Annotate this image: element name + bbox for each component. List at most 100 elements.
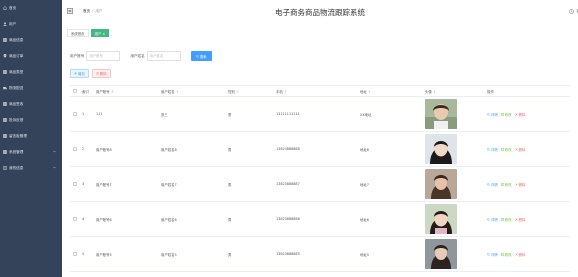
view-button[interactable]: 详情	[487, 112, 498, 117]
view-button[interactable]: 详情	[487, 182, 498, 187]
row-delete-button[interactable]: 删除	[515, 252, 525, 257]
cell-sex: 男	[228, 182, 232, 187]
row-delete-button[interactable]: 删除	[515, 112, 526, 117]
cell-name: 用户姓名6	[161, 217, 177, 222]
cell-address: 地址6	[360, 217, 369, 222]
add-button[interactable]: 增加	[70, 69, 89, 78]
edit-button[interactable]: 修改	[500, 217, 512, 222]
cell-sex: 男	[228, 147, 232, 152]
cell-no: 5	[82, 252, 85, 256]
select-all-checkbox[interactable]	[73, 89, 77, 93]
grid-icon	[3, 38, 7, 42]
row-checkbox[interactable]	[73, 217, 77, 221]
sort-icon	[284, 89, 287, 93]
cell-account: 用户账号5	[96, 252, 112, 257]
view-label: 详情	[491, 147, 498, 152]
avatar[interactable]	[425, 99, 457, 129]
row-delete-button[interactable]: 删除	[515, 147, 525, 152]
row-delete-button[interactable]: 删除	[515, 217, 525, 222]
app-root: 首页 用户 商品信息 商品订单 商品类型 物流配送 商品签收 投诉反馈 留言板管…	[0, 0, 578, 277]
sidebar-item-home[interactable]: 首页	[0, 0, 62, 16]
view-label: 详情	[491, 252, 498, 257]
sidebar-item-complaint[interactable]: 投诉反馈	[0, 112, 62, 128]
cell-sex: 男	[228, 252, 232, 257]
view-button[interactable]: 详情	[487, 217, 498, 222]
action-bar: 增加 删除	[70, 69, 114, 78]
cell-account: 用户账号6	[96, 217, 112, 222]
sort-icon	[368, 89, 371, 93]
edit-button[interactable]: 修改	[500, 147, 512, 152]
view-label: 详情	[491, 217, 498, 222]
delete-button-label: 删除	[99, 72, 107, 76]
cell-address: 地址8	[360, 147, 369, 152]
sidebar-item-product-type[interactable]: 商品类型	[0, 64, 62, 80]
sidebar-item-label: 商品类型	[9, 69, 24, 74]
sidebar-item-my-info[interactable]: 我的信息	[0, 160, 62, 176]
sidebar-item-system[interactable]: 系统管理	[0, 144, 62, 160]
row-checkbox[interactable]	[73, 112, 77, 116]
page-title: 电子商务商品物流跟踪系统	[275, 8, 365, 17]
row-checkbox[interactable]	[73, 182, 77, 186]
header-sex-label: 性别	[228, 89, 235, 94]
cell-name: 张三	[161, 112, 168, 117]
edit-button[interactable]: 修改	[500, 182, 512, 187]
sort-icon	[236, 89, 239, 93]
main-content: 用户账号 用户姓名 搜索 增加 删除 索引 用户账号	[62, 40, 578, 277]
cell-ops: 详情 修改 删除	[487, 202, 570, 236]
pin-icon	[3, 54, 7, 58]
cell-ops: 详情 修改 删除	[487, 132, 570, 166]
avatar[interactable]	[425, 239, 457, 269]
header-name[interactable]: 用户姓名	[161, 86, 228, 96]
view-button[interactable]: 详情	[487, 147, 498, 152]
tab-system-home[interactable]: 系统首页	[67, 29, 89, 37]
header-no: 索引	[80, 86, 96, 96]
sidebar-item-label: 我的信息	[9, 165, 24, 170]
sidebar-item-product-order[interactable]: 商品订单	[0, 48, 62, 64]
sidebar-item-user[interactable]: 用户	[0, 16, 62, 32]
edit-label: 修改	[504, 252, 512, 257]
header-ops-label: 操作	[487, 89, 494, 94]
sidebar-item-logistics[interactable]: 物流配送	[0, 80, 62, 96]
sidebar-item-message-board[interactable]: 留言板管理	[0, 128, 62, 144]
header-account[interactable]: 用户账号	[96, 86, 161, 96]
header-address-label: 地址	[360, 89, 367, 94]
cell-no: 3	[82, 182, 85, 186]
sidebar-item-product-receipt[interactable]: 商品签收	[0, 96, 62, 112]
cell-phone: 13823888885	[276, 252, 300, 256]
edit-button[interactable]: 修改	[500, 252, 512, 257]
cell-avatar	[425, 132, 487, 166]
tab-user[interactable]: 用户 ×	[90, 29, 110, 37]
delete-button[interactable]: 删除	[91, 69, 111, 78]
edit-button[interactable]: 修改	[500, 112, 512, 117]
home-icon	[3, 6, 7, 10]
avatar[interactable]	[425, 134, 457, 164]
grid-icon	[3, 134, 7, 138]
avatar[interactable]	[425, 204, 457, 234]
sidebar-item-label: 商品签收	[9, 101, 24, 106]
header-ops: 操作	[487, 86, 570, 96]
sidebar-item-product-info[interactable]: 商品信息	[0, 32, 62, 48]
account-search-input[interactable]	[86, 51, 121, 61]
header-address[interactable]: 地址	[360, 86, 425, 96]
row-checkbox-cell	[70, 167, 80, 201]
cell-phone: 13823888886	[276, 217, 300, 221]
row-checkbox[interactable]	[73, 147, 77, 151]
row-checkbox-cell	[70, 202, 80, 236]
delete-label: 删除	[518, 112, 526, 117]
tab-bar: 系统首页 用户 ×	[62, 26, 578, 40]
header-phone[interactable]: 手机	[276, 86, 360, 96]
header-exit[interactable]: 退	[569, 9, 578, 14]
name-search-input[interactable]	[146, 51, 181, 61]
row-delete-button[interactable]: 删除	[515, 182, 525, 187]
header-account-label: 用户账号	[96, 89, 110, 94]
header-avatar-label: 头像	[425, 89, 432, 94]
cell-avatar	[425, 202, 487, 236]
search-button[interactable]: 搜索	[190, 51, 212, 61]
avatar[interactable]	[425, 169, 457, 199]
header-sex[interactable]: 性别	[228, 86, 276, 96]
cell-no: 4	[82, 217, 85, 221]
view-button[interactable]: 详情	[487, 252, 498, 257]
row-checkbox[interactable]	[73, 252, 77, 256]
sort-icon	[433, 89, 436, 93]
account-label: 用户账号	[70, 53, 85, 58]
